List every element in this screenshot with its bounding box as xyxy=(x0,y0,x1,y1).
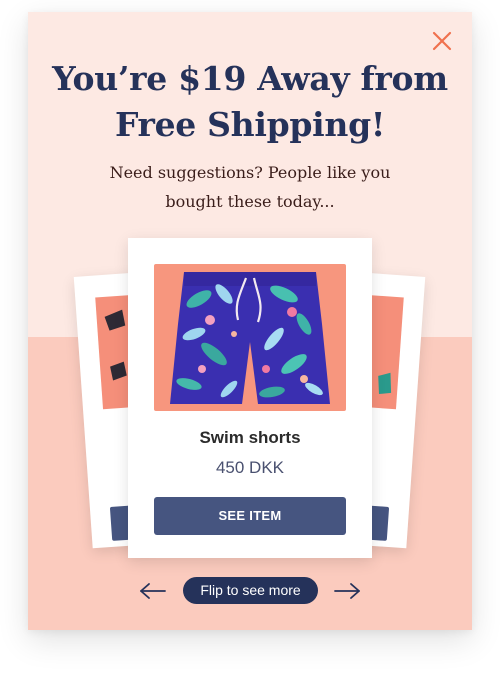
free-shipping-popup: You’re $19 Away from Free Shipping! Need… xyxy=(28,12,472,630)
carousel-controls: Flip to see more xyxy=(28,577,472,605)
arrow-left-icon[interactable] xyxy=(139,581,167,601)
popup-headline: You’re $19 Away from Free Shipping! xyxy=(28,56,472,148)
headline-line-1: You’re $19 Away from xyxy=(52,59,448,98)
close-icon[interactable] xyxy=(431,30,453,52)
popup-shadow: You’re $19 Away from Free Shipping! Need… xyxy=(28,12,472,630)
popup-subline: Need suggestions? People like you bought… xyxy=(88,158,412,216)
arrow-right-icon[interactable] xyxy=(333,581,361,601)
see-item-button[interactable]: SEE ITEM xyxy=(154,497,346,535)
subline-line-1: Need suggestions? People like you xyxy=(109,163,391,182)
product-name: Swim shorts xyxy=(199,428,301,447)
flip-to-see-more-button[interactable]: Flip to see more xyxy=(183,577,318,604)
subline-line-2: bought these today... xyxy=(165,192,335,211)
product-price: 450 DKK xyxy=(215,458,285,477)
product-card: Swim shorts 450 DKK SEE ITEM xyxy=(128,238,372,558)
headline-line-2: Free Shipping! xyxy=(114,105,386,144)
floral-swim-shorts-image[interactable] xyxy=(154,264,346,411)
